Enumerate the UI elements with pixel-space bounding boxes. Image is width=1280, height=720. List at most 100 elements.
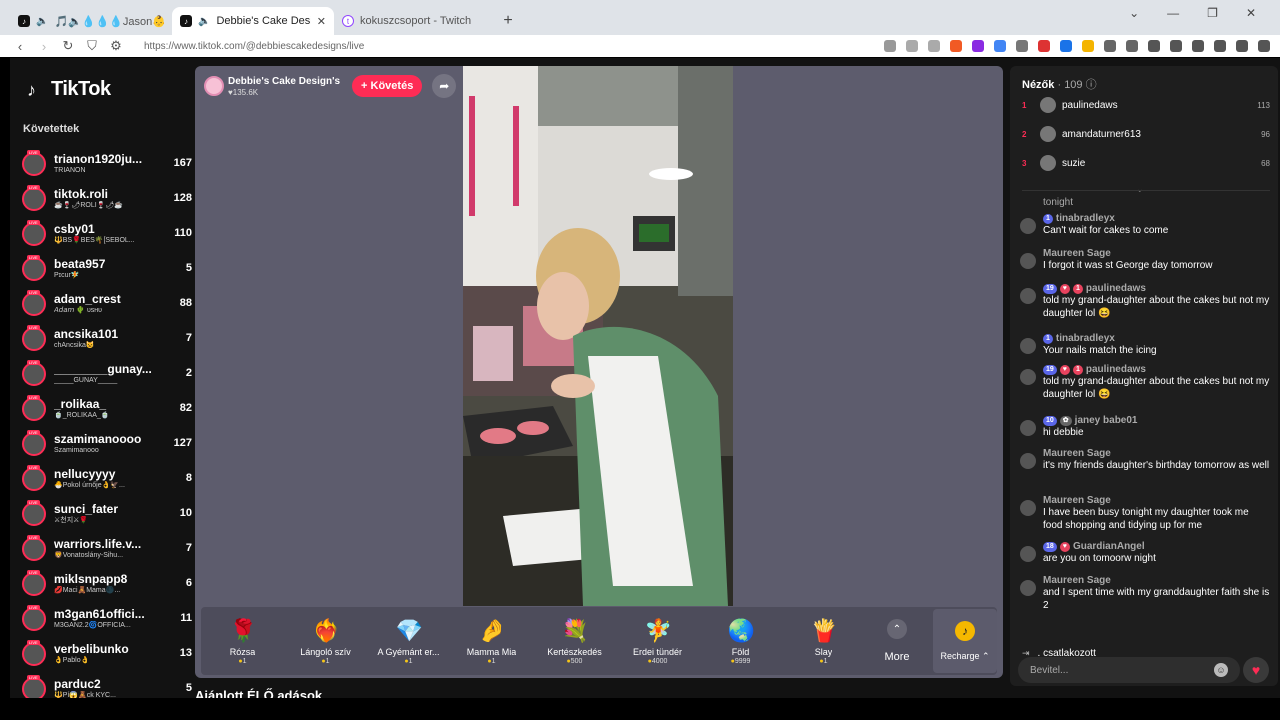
following-item[interactable]: LIVE ancsika101 сhAncsika😺 7 [22, 321, 192, 356]
host-info[interactable]: Debbie's Cake Design's ♥135.6K + Követés… [200, 72, 457, 100]
chat-username[interactable]: Maureen Sage [1043, 248, 1111, 259]
chat-username[interactable]: Maureen Sage [1043, 495, 1111, 506]
avatar[interactable] [1020, 453, 1036, 469]
browser-tab-debbie[interactable]: ♪ 🔈 Debbie's Cake Design's (@de ✕ [172, 7, 334, 35]
avatar[interactable] [1020, 288, 1036, 304]
gift-item[interactable]: 💐 Kertészkedés ●500 [533, 607, 616, 675]
gift-item[interactable]: 🧚 Erdei tündér ●4000 [616, 607, 699, 675]
chat-username[interactable]: tinabradleyx [1056, 333, 1115, 344]
avatar[interactable] [1020, 500, 1036, 516]
sidebar-icon[interactable] [1170, 40, 1182, 52]
following-item[interactable]: LIVE beata957 Pɪcur🧚 5 [22, 251, 192, 286]
chevron-down-icon[interactable]: ⌄ [1129, 6, 1139, 20]
close-icon[interactable]: ✕ [317, 15, 326, 28]
chat-username[interactable]: GuardianAngel [1073, 541, 1145, 552]
gift-item[interactable]: 🌹 Rózsa ●1 [201, 607, 284, 675]
menu-icon[interactable] [1258, 40, 1270, 52]
brave-shield-icon[interactable] [950, 40, 962, 52]
follow-button[interactable]: + Követés [352, 75, 423, 97]
speaker-icon[interactable]: 🔈 [36, 16, 48, 27]
avatar[interactable] [1020, 338, 1036, 354]
chat-username[interactable]: paulinedaws [1086, 364, 1146, 375]
puzzle-icon[interactable] [1104, 40, 1116, 52]
chat-username[interactable]: Maureen Sage [1043, 575, 1111, 586]
avatar[interactable] [1020, 253, 1036, 269]
extension-icon[interactable] [1038, 40, 1050, 52]
following-item[interactable]: LIVE adam_crest 𝘈𝘥𝘢𝘮 🌵 ᴜsʜᴜ 88 [22, 286, 192, 321]
site-info-icon[interactable]: ⚙ [110, 38, 122, 54]
chat-username[interactable]: paulinedaws [1086, 283, 1146, 294]
extension-icon[interactable] [1060, 40, 1072, 52]
minimize-icon[interactable]: — [1167, 6, 1179, 20]
speaker-icon[interactable]: 🔈 [198, 16, 210, 27]
chat-message: Maureen Sage I have been busy tonight my … [1010, 495, 1278, 532]
following-item[interactable]: LIVE sunci_fater ⚔천지⚔🌹 10 [22, 496, 192, 531]
avatar: LIVE [22, 394, 46, 421]
following-item[interactable]: LIVE verbelibunko 👌Pablo👌 13 [22, 636, 192, 671]
avatar[interactable] [1020, 420, 1036, 436]
top-viewer-row[interactable]: 3 suzie 68 [1022, 152, 1270, 174]
more-gifts-button[interactable]: ⌃ More [865, 619, 929, 663]
back-icon[interactable]: ‹ [14, 39, 26, 54]
following-item[interactable]: LIVE m3gan61offici... M3GAN2.2🌀OFFICIA... 1… [22, 601, 192, 636]
chat-text: Your nails match the icing [1043, 345, 1157, 356]
music-icon[interactable] [1148, 40, 1160, 52]
recharge-button[interactable]: ♪ Recharge ⌃ [933, 609, 997, 673]
share-icon[interactable]: ➦ [432, 74, 457, 98]
browser-tab-jason[interactable]: ♪ 🔈 🎵🔈💧💧💧Jason👶👶💧💧(@jason_sm [10, 7, 172, 35]
gift-item[interactable]: 🍟 Slay ●1 [782, 607, 865, 675]
bookmark-icon[interactable]: ⛉ [86, 38, 98, 54]
avatar[interactable] [1020, 218, 1036, 234]
following-item[interactable]: LIVE csby01 🔱BS🌹BES🌴[SEBOL... 110 [22, 216, 192, 251]
zoom-icon[interactable] [906, 40, 918, 52]
gift-price: ●1 [238, 657, 247, 665]
browser-tab-twitch[interactable]: t kokuszcsoport - Twitch [334, 7, 496, 35]
info-icon[interactable]: ⓘ [1086, 79, 1097, 91]
reload-icon[interactable]: ↻ [62, 38, 74, 54]
close-window-icon[interactable]: ✕ [1246, 6, 1256, 20]
leo-icon[interactable] [1214, 40, 1226, 52]
gift-item[interactable]: 🤌 Mamma Mia ●1 [450, 607, 533, 675]
following-item[interactable]: LIVE nellucyyyy 🐣Pokol úrnője👌🦅... 8 [22, 461, 192, 496]
url-field[interactable]: https://www.tiktok.com/@debbiescakedesig… [144, 41, 872, 52]
host-avatar[interactable] [204, 76, 224, 96]
gift-item[interactable]: 🌏 Föld ●9999 [699, 607, 782, 675]
chat-username[interactable]: tinabradleyx [1056, 213, 1115, 224]
chat-username[interactable]: janey babe01 [1075, 415, 1138, 426]
new-tab-button[interactable]: + [496, 7, 520, 35]
extension-icon[interactable] [884, 40, 896, 52]
wallet-icon[interactable] [1192, 40, 1204, 52]
top-viewer-row[interactable]: 1 paulinedaws 113 [1022, 94, 1270, 116]
gift-item[interactable]: ❤️‍🔥 Lángoló szív ●1 [284, 607, 367, 675]
avatar[interactable] [1020, 546, 1036, 562]
emoji-icon[interactable]: ☺ [1214, 663, 1228, 677]
extension-icon[interactable] [1016, 40, 1028, 52]
extension-icon[interactable] [1126, 40, 1138, 52]
restore-icon[interactable]: ❐ [1207, 6, 1218, 20]
following-item[interactable]: LIVE szamimanoooo Szamimanooo 127 [22, 426, 192, 461]
following-item[interactable]: LIVE _rolikaa_ 🍵_ROLIKAA_🍵 82 [22, 391, 192, 426]
following-item[interactable]: LIVE tiktok.roli ☕🍷🌶ROLI🍷🌶☕ 128 [22, 181, 192, 216]
chat-username[interactable]: Maureen Sage [1043, 448, 1111, 459]
avatar[interactable] [1020, 580, 1036, 596]
top-viewer-row[interactable]: 2 amandaturner613 96 [1022, 123, 1270, 145]
viewers-header[interactable]: Nézők · 109 ⓘ [1022, 76, 1097, 92]
share-icon[interactable] [928, 40, 940, 52]
gift-item[interactable]: 💎 A Gyémánt er... ●1 [367, 607, 450, 675]
chat-input[interactable] [1030, 664, 1200, 676]
brave-rewards-icon[interactable] [972, 40, 984, 52]
host-name[interactable]: Debbie's Cake Design's [228, 76, 340, 88]
forward-icon[interactable]: › [38, 39, 50, 54]
extension-icon[interactable] [1082, 40, 1094, 52]
following-item[interactable]: LIVE warriors.life.v... 🦁Vonatoslány-Sihu.… [22, 531, 192, 566]
like-heart-button[interactable]: ♥ [1243, 657, 1269, 683]
following-item[interactable]: LIVE trianon1920ju... TRIANON 167 [22, 146, 192, 181]
live-video[interactable] [463, 66, 733, 606]
translate-icon[interactable] [994, 40, 1006, 52]
avatar[interactable] [1020, 369, 1036, 385]
following-item[interactable]: LIVE ________gunay... _____GUNAY_____ 2 [22, 356, 192, 391]
tiktok-logo[interactable]: ♪ TikTok [27, 78, 111, 101]
following-item[interactable]: LIVE miklsnpapp8 💋Maci🧸Mama🌑... 6 [22, 566, 192, 601]
vpn-icon[interactable] [1236, 40, 1248, 52]
following-item[interactable]: LIVE parduc2 🔱Pí😱🧸ck KYC... 5 [22, 671, 192, 698]
